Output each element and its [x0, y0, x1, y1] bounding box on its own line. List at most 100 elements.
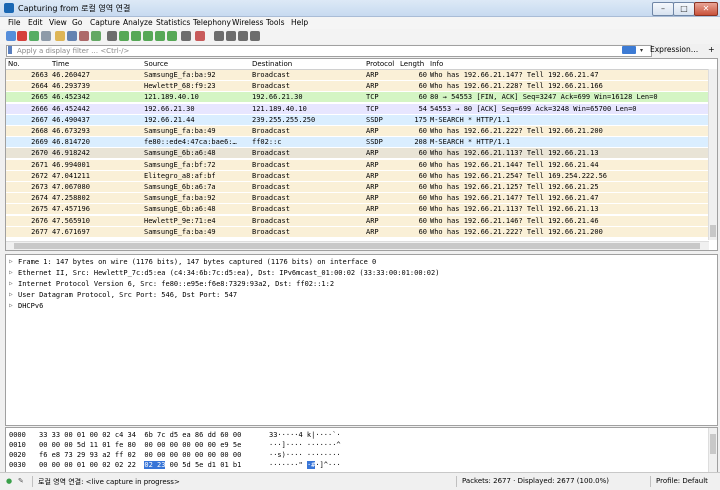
packet-cell-len: 60 [418, 93, 427, 102]
column-header-destination[interactable]: Destination [252, 60, 292, 68]
open-file-icon[interactable] [55, 31, 65, 41]
edit-comment-icon[interactable]: ✎ [18, 477, 24, 485]
save-file-icon[interactable] [67, 31, 77, 41]
scroll-thumb[interactable] [710, 225, 716, 237]
column-header-no[interactable]: No. [8, 60, 20, 68]
column-header-source[interactable]: Source [144, 60, 168, 68]
packet-row[interactable]: 2676 47.565910 HewlettP_9e:71:e4 Broadcast A… [6, 215, 709, 226]
resize-columns-icon[interactable] [250, 31, 260, 41]
packet-cell-no: 2676 [31, 216, 48, 225]
packet-row[interactable]: 2675 47.457196 SamsungE_6b:a6:48 Broadcast A… [6, 204, 709, 215]
filter-bookmark-icon[interactable] [8, 46, 12, 54]
scroll-thumb[interactable] [710, 434, 716, 454]
packet-row[interactable]: 2670 46.918242 SamsungE_6b:a6:48 Broadcast A… [6, 148, 709, 159]
add-filter-button[interactable]: + [708, 45, 715, 54]
close-file-icon[interactable] [79, 31, 89, 41]
bytes-row[interactable]: 0000 33 33 00 01 00 02 c4 34 6b 7c d5 ea… [6, 430, 717, 440]
packet-cell-src: 192.66.21.44 [144, 115, 195, 124]
packet-row[interactable]: 2663 46.260427 SamsungE_fa:ba:92 Broadcast A… [6, 70, 709, 80]
menu-statistics[interactable]: Statistics [156, 18, 190, 27]
bytes-row[interactable]: 0030 00 00 00 01 00 02 02 22 02 23 00 5d… [6, 460, 717, 470]
detail-tree-item[interactable]: ▷ DHCPv6 [6, 301, 717, 311]
expand-arrow-icon[interactable]: ▷ [9, 257, 13, 267]
packet-cell-info: 80 → 54553 [FIN, ACK] Seq=3247 Ack=699 W… [430, 93, 658, 102]
restart-capture-icon[interactable] [29, 31, 39, 41]
expression-button[interactable]: Expression… [650, 45, 698, 54]
shark-fin-start-icon[interactable] [6, 31, 16, 41]
packet-row[interactable]: 2672 47.041211 Elitegro_a8:af:bf Broadcast A… [6, 170, 709, 181]
packet-list-vertical-scrollbar[interactable] [708, 69, 717, 240]
column-header-time[interactable]: Time [52, 60, 69, 68]
packet-cell-len: 60 [418, 82, 427, 91]
ready-status-icon[interactable]: ● [6, 477, 12, 485]
zoom-in-icon[interactable] [214, 31, 224, 41]
packet-row[interactable]: 2665 46.452342 121.189.40.10 192.66.21.30 TC… [6, 92, 709, 103]
filter-history-dropdown-icon[interactable]: ▾ [640, 46, 646, 56]
column-header-info[interactable]: Info [430, 60, 443, 68]
expand-arrow-icon[interactable]: ▷ [9, 290, 13, 300]
column-header-length[interactable]: Length [400, 60, 424, 68]
go-to-packet-icon[interactable] [143, 31, 153, 41]
packet-cell-dst: ff02::c [252, 138, 282, 147]
profile-status[interactable]: Profile: Default [656, 477, 708, 485]
zoom-normal-icon[interactable] [238, 31, 248, 41]
packet-row[interactable]: 2673 47.067080 SamsungE_6b:a6:7a Broadcast A… [6, 182, 709, 192]
menu-help[interactable]: Help [291, 18, 308, 27]
detail-tree-item[interactable]: ▷ Internet Protocol Version 6, Src: fe80:… [6, 279, 717, 289]
expand-arrow-icon[interactable]: ▷ [9, 279, 13, 289]
menu-edit[interactable]: Edit [28, 18, 43, 27]
bytes-row[interactable]: 0010 00 00 00 5d 11 01 fe 80 00 00 00 00… [6, 440, 717, 450]
reload-icon[interactable] [91, 31, 101, 41]
packet-cell-src: SamsungE_fa:ba:92 [144, 194, 216, 203]
close-button[interactable]: ✕ [694, 2, 718, 16]
menu-capture[interactable]: Capture [90, 18, 120, 27]
menu-telephony[interactable]: Telephony [193, 18, 231, 27]
bytes-row[interactable]: 0020 f6 e8 73 29 93 a2 ff 02 00 00 00 00… [6, 450, 717, 460]
menu-tools[interactable]: Tools [266, 18, 284, 27]
bytes-ascii-post: ·]^··· [315, 461, 341, 469]
packet-row[interactable]: 2671 46.994001 SamsungE_fa:bf:72 Broadcast A… [6, 159, 709, 170]
packet-cell-no: 2674 [31, 194, 48, 203]
go-forward-icon[interactable] [131, 31, 141, 41]
packet-cell-info: Who has 192.66.21.147? Tell 192.66.21.47 [430, 194, 599, 203]
menu-view[interactable]: View [49, 18, 67, 27]
apply-filter-arrow-icon[interactable] [622, 46, 636, 54]
zoom-out-icon[interactable] [226, 31, 236, 41]
menu-wireless[interactable]: Wireless [232, 18, 263, 27]
detail-tree-item[interactable]: ▷ Frame 1: 147 bytes on wire (1176 bits),… [6, 257, 717, 267]
packet-cell-info: Who has 192.66.21.146? Tell 192.66.21.46 [430, 216, 599, 225]
packet-row[interactable]: 2666 46.452442 192.66.21.30 121.189.40.10 TC… [6, 103, 709, 114]
packet-row[interactable]: 2668 46.673293 SamsungE_fa:ba:49 Broadcast A… [6, 126, 709, 136]
menu-analyze[interactable]: Analyze [123, 18, 153, 27]
find-packet-icon[interactable] [107, 31, 117, 41]
go-back-icon[interactable] [119, 31, 129, 41]
packet-cell-time: 47.457196 [52, 205, 90, 214]
packet-row[interactable]: 2669 46.814720 fe80::ede4:47ca:bae6:… ff02:… [6, 137, 709, 148]
menu-file[interactable]: File [8, 18, 21, 27]
bytes-ascii: ·······" ·#·]^··· [269, 460, 341, 470]
packet-row[interactable]: 2664 46.293739 HewlettP_68:f9:23 Broadcast A… [6, 81, 709, 92]
autoscroll-icon[interactable] [181, 31, 191, 41]
column-header-protocol[interactable]: Protocol [366, 60, 394, 68]
packet-row[interactable]: 2674 47.258802 SamsungE_fa:ba:92 Broadcast A… [6, 193, 709, 204]
packet-row[interactable]: 2677 47.671697 SamsungE_fa:ba:49 Broadcast A… [6, 226, 709, 237]
scroll-thumb[interactable] [14, 243, 700, 249]
colorize-icon[interactable] [195, 31, 205, 41]
capture-options-icon[interactable] [41, 31, 51, 41]
stop-capture-icon[interactable] [17, 31, 27, 41]
detail-tree-item[interactable]: ▷ Ethernet II, Src: HewlettP_7c:d5:ea (c4… [6, 268, 717, 278]
packet-list-horizontal-scrollbar[interactable] [6, 241, 709, 250]
packet-row[interactable]: 2667 46.490437 192.66.21.44 239.255.255.250… [6, 114, 709, 125]
expand-arrow-icon[interactable]: ▷ [9, 268, 13, 278]
bytes-vertical-scrollbar[interactable] [708, 428, 717, 472]
packet-cell-proto: ARP [366, 183, 379, 191]
display-filter-input[interactable]: Apply a display filter … <Ctrl-/> [6, 45, 652, 57]
detail-tree-item[interactable]: ▷ User Datagram Protocol, Src Port: 546, … [6, 290, 717, 300]
packet-bytes-pane: 0000 33 33 00 01 00 02 c4 34 6b 7c d5 ea… [5, 427, 718, 473]
first-packet-icon[interactable] [155, 31, 165, 41]
minimize-button[interactable]: – [652, 2, 674, 16]
last-packet-icon[interactable] [167, 31, 177, 41]
expand-arrow-icon[interactable]: ▷ [9, 301, 13, 311]
menu-go[interactable]: Go [72, 18, 82, 27]
maximize-button[interactable]: □ [673, 2, 695, 16]
